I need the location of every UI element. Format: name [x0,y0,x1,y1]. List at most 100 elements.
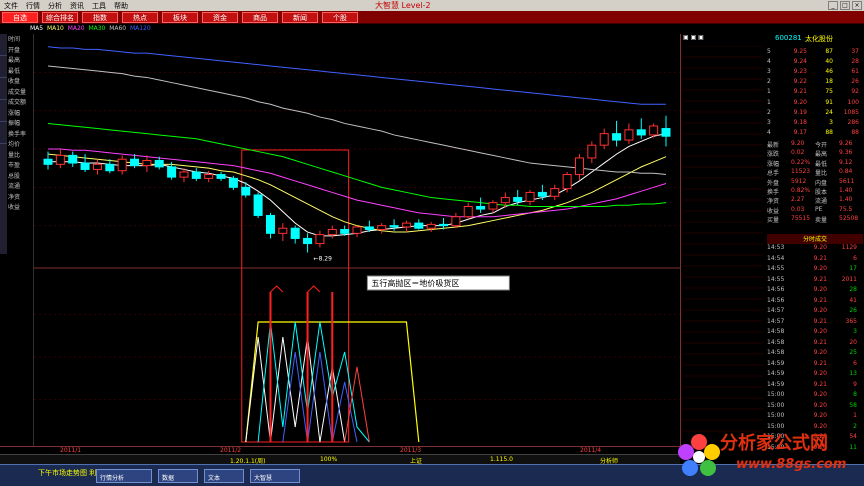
candle-body-up [179,171,189,178]
maximize-icon[interactable]: □ [840,1,850,10]
quote-value: 52508 [839,215,859,223]
panel-buttons[interactable]: ▣ ▣ ▣ [683,34,704,41]
candle-body-down [253,194,263,216]
candle-body-down [167,166,177,178]
quote-row: 外盘 5912 内盘 5611 [767,178,863,187]
tick-time: 15:00 [767,401,785,409]
orderbook-lbl: 4 [767,129,771,137]
taskbar-button[interactable]: 数据 [158,469,198,483]
tick-time: 14:57 [767,317,785,325]
index-value: 1.115.0 [490,456,513,463]
orderbook-row: 4 9.17 88 88 [767,128,863,138]
candle-body-up [278,227,288,234]
tick-time: 15:00 [767,412,785,419]
orderbook-px: 9.21 [793,88,807,96]
ma20-label: MA20 [67,25,85,32]
tab-commodity[interactable]: 商品 [242,12,278,23]
tick-volume: 3 [853,328,857,335]
candle-body-down [636,129,646,136]
candle-body-down [43,158,53,165]
candle-body-down [513,197,523,202]
tick-price: 9.20 [813,391,827,398]
orderbook-chg: 26 [851,78,859,86]
orderbook-row: 4 9.24 40 28 [767,56,863,66]
kline-chart[interactable]: ←8.29 五行高抛区＝地价吸货区 [34,34,680,446]
orderbook-lbl: 1 [767,98,771,106]
candle-body-up [92,163,102,170]
tick-time: 14:58 [767,338,785,346]
zoom-label[interactable]: 100% [320,456,337,463]
quote-key: 股本 [815,188,828,196]
tab-ranking[interactable]: 综合排名 [42,12,78,23]
candle-body-up [599,133,609,146]
menu-file[interactable]: 文件 [0,1,22,11]
tick-volume: 6 [853,254,857,262]
tick-price: 9.20 [813,370,827,377]
ticks-title: 分时成交 [767,234,863,244]
candle-body-down [68,154,78,164]
low-price-label: ←8.29 [314,256,333,263]
candle-body-up [142,160,152,167]
orderbook-px: 9.22 [793,78,807,86]
menu-market[interactable]: 行情 [22,1,44,11]
quote-key: 最新 [767,142,780,149]
tick-price: 9.20 [813,307,827,314]
candle-body-up [352,226,362,234]
tab-funds[interactable]: 资金 [202,12,238,23]
orderbook-vol: 87 [825,47,833,55]
app-title: 大智慧 Level-2 [375,1,431,10]
taskbar-button[interactable]: 行情分析 [96,469,152,483]
taskbar-button[interactable]: 文本 [204,469,244,483]
tick-volume: 1129 [841,244,857,251]
menu-tools[interactable]: 工具 [88,1,110,11]
tab-news[interactable]: 新闻 [282,12,318,23]
orderbook-vol: 46 [825,67,833,75]
vtab-1[interactable] [0,34,7,56]
tick-row: 14:58 9.21 20 [767,339,863,350]
tick-volume: 20 [849,338,857,346]
orderbook-vol: 24 [825,108,833,116]
tab-index[interactable]: 指数 [82,12,118,23]
ma-legend-bar: MA5 MA10 MA20 MA30 MA60 MA120 [0,24,770,34]
candle-body-down [389,225,399,228]
tick-row: 14:59 9.21 9 [767,381,863,392]
close-icon[interactable]: × [852,1,862,10]
quote-value: 75515 [791,215,811,223]
vtab-4[interactable] [0,100,7,122]
vtab-3[interactable] [0,78,7,100]
orderbook-px: 9.19 [793,108,807,116]
tab-stock[interactable]: 个股 [322,12,358,23]
menu-analysis[interactable]: 分析 [44,1,66,11]
minimize-icon[interactable]: _ [828,1,838,10]
vtab-5[interactable] [0,122,7,144]
quote-value: 0.84 [839,168,853,176]
ma-line-ma60 [47,65,667,176]
time-label: 2011/3 [400,447,422,454]
taskbar-button[interactable]: 大智慧 [250,469,300,483]
candle-body-down [105,163,115,172]
menu-help[interactable]: 帮助 [110,1,132,11]
tick-list: 分时成交 14:53 9.20 1129 14:54 9.21 6 14:55 9.20 17 1… [767,234,863,454]
tab-hotspot[interactable]: 热点 [122,12,158,23]
tab-watchlist[interactable]: 自选 [2,12,38,23]
quote-value: 0.22% [791,158,811,166]
orderbook-row: 3 9.18 3 286 [767,117,863,127]
menu-info[interactable]: 资讯 [66,1,88,11]
tick-price: 9.20 [813,286,827,293]
orderbook-chg: 286 [847,118,859,126]
candle-body-up [525,191,535,202]
candle-body-down [537,191,547,197]
candle-body-down [612,133,622,141]
indicator-zigzag-cyan [257,321,370,443]
tab-sector[interactable]: 板块 [162,12,198,23]
vtab-2[interactable] [0,56,7,78]
tick-time: 14:58 [767,328,785,335]
candle-body-down [290,227,300,239]
candle-body-down [191,171,201,179]
time-label: 2011/1 [60,447,82,454]
candle-body-up [587,144,597,159]
tick-volume: 13 [849,370,857,377]
candle-body-up [649,125,659,136]
orderbook-vol: 75 [825,88,833,96]
quote-key: 涨跌 [767,151,780,159]
